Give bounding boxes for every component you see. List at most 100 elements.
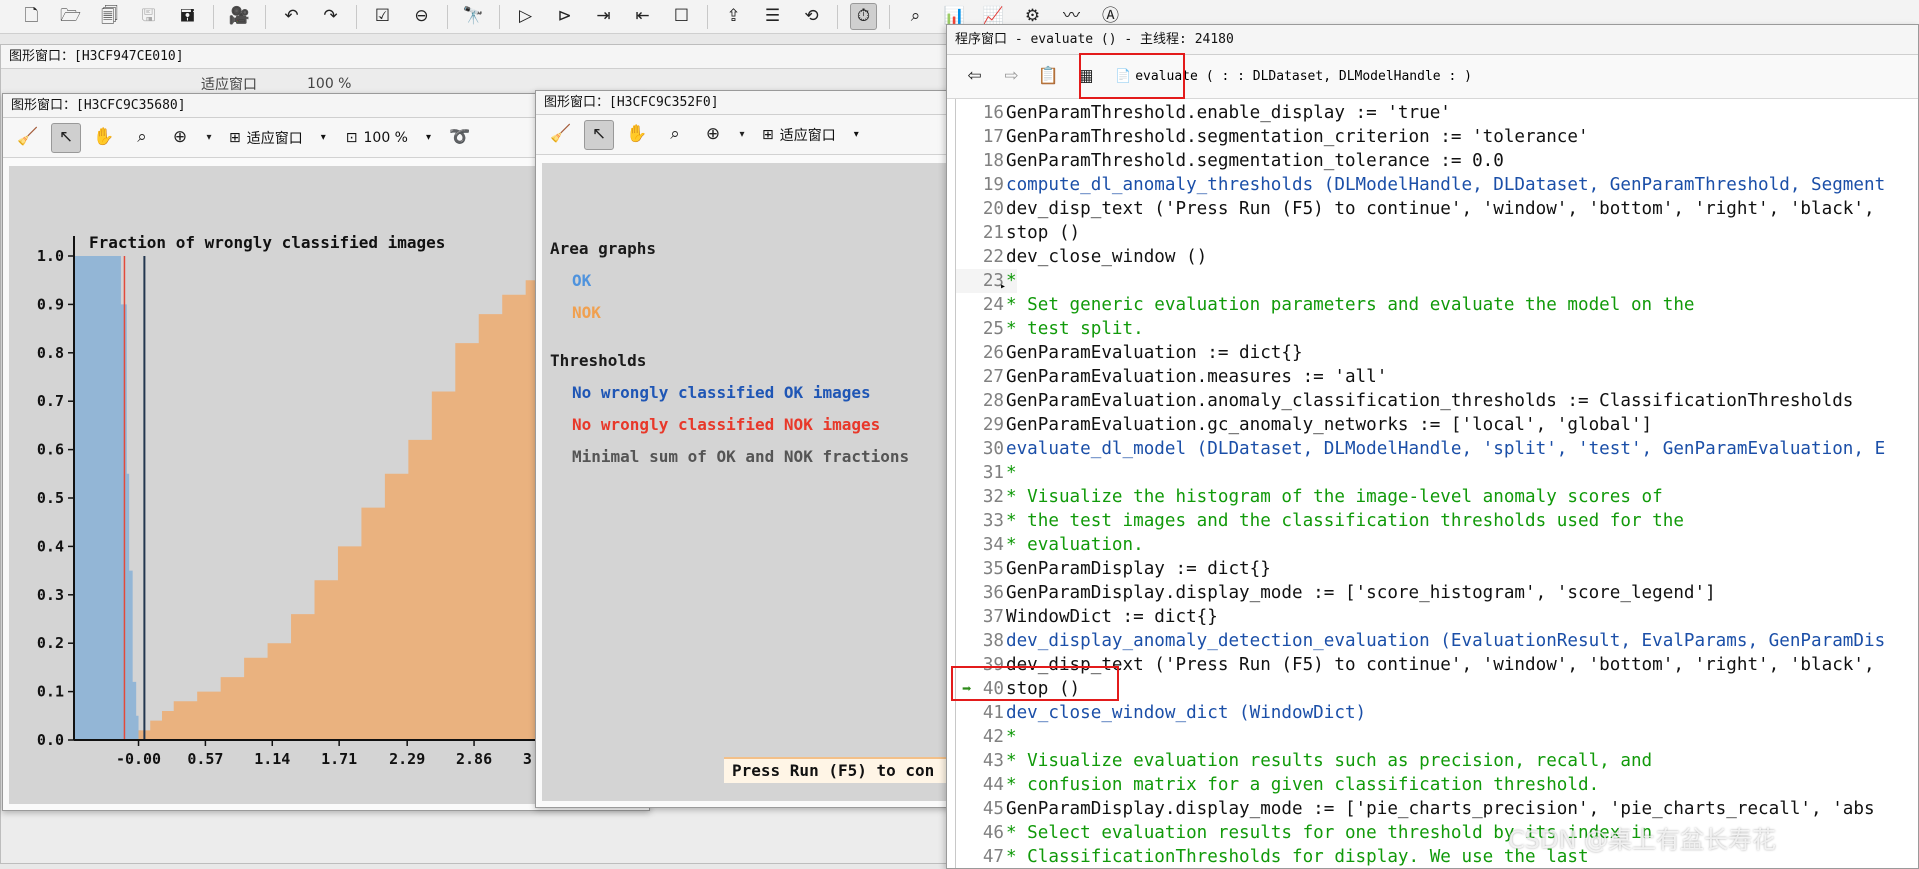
line-number[interactable]: 29 — [956, 413, 1006, 437]
export-icon[interactable]: ⇪ — [720, 3, 747, 30]
line-number[interactable]: 17 — [956, 125, 1006, 149]
line-number[interactable]: 22 — [956, 245, 1006, 269]
code-line[interactable]: 30 evaluate_dl_model (DLDataset, DLModelH… — [956, 437, 1885, 461]
run-icon[interactable]: ▷ — [512, 3, 539, 30]
code-line[interactable]: 38 dev_display_anomaly_detection_evaluati… — [956, 629, 1885, 653]
code-line[interactable]: 24 * Set generic evaluation parameters an… — [956, 293, 1695, 317]
line-number[interactable]: 38 — [956, 629, 1006, 653]
record-icon[interactable]: 🎥 — [226, 3, 253, 30]
code-line[interactable]: 45 GenParamDisplay.display_mode := ['pie_… — [956, 797, 1875, 821]
code-line[interactable]: 35 GenParamDisplay := dict{} — [956, 557, 1271, 581]
remove-icon[interactable]: ⊖ — [408, 3, 435, 30]
zoom-icon[interactable]: ⌕ — [660, 120, 690, 150]
code-line[interactable]: 44 * confusion matrix for a given classif… — [956, 773, 1599, 797]
new-file-icon[interactable]: 🗋 — [18, 3, 45, 30]
code-line[interactable]: 19 compute_dl_anomaly_thresholds (DLModel… — [956, 173, 1885, 197]
line-number[interactable]: 20 — [956, 197, 1006, 221]
zoom-icon[interactable]: ⌕ — [127, 123, 157, 153]
code-line[interactable]: 34 * evaluation. — [956, 533, 1144, 557]
save-disabled-icon[interactable]: 🖫 — [135, 3, 162, 30]
code-line[interactable]: 26 GenParamEvaluation := dict{} — [956, 341, 1303, 365]
line-number[interactable]: 41 — [956, 701, 1006, 725]
line-number[interactable]: 25 — [956, 317, 1006, 341]
forward-arrow-icon[interactable]: ⇨ — [998, 63, 1025, 90]
code-line[interactable]: 28 GenParamEvaluation.anomaly_classificat… — [956, 389, 1854, 413]
chevron-down-icon[interactable]: ▾ — [203, 123, 215, 153]
line-number[interactable]: 21 — [956, 221, 1006, 245]
binoculars-icon[interactable]: 🔭 — [460, 3, 487, 30]
profiler-icon[interactable]: ⏱ — [850, 3, 877, 30]
code-line[interactable]: 47 * ClassificationThresholds for display… — [956, 845, 1589, 868]
code-line[interactable]: 23 * ▸ — [956, 269, 1017, 293]
code-line[interactable]: 22 dev_close_window () — [956, 245, 1207, 269]
code-line[interactable]: 17 GenParamThreshold.segmentation_criteri… — [956, 125, 1589, 149]
line-number[interactable]: 18 — [956, 149, 1006, 173]
code-line[interactable]: 32 * Visualize the histogram of the image… — [956, 485, 1663, 509]
clear-icon[interactable]: 🧹 — [546, 120, 576, 150]
graphics-window-legend[interactable]: 图形窗口：[H3CFC9C352F0] 🧹 ↖ ✋ ⌕ ⊕ ▾ ⊞ 适应窗口 ▾ A… — [535, 90, 965, 808]
open-example-icon[interactable]: 🗐 — [96, 3, 123, 30]
redo-icon[interactable]: ↷ — [317, 3, 344, 30]
zoom-percent-combo[interactable]: ⊡ 100 % ▾ — [340, 124, 437, 152]
line-number[interactable]: 43 — [956, 749, 1006, 773]
line-number[interactable]: 47 — [956, 845, 1006, 868]
zoom-in-icon[interactable]: ⊕ — [165, 123, 195, 153]
code-line[interactable]: 25 * test split. — [956, 317, 1144, 341]
code-line[interactable]: 27 GenParamEvaluation.measures := 'all' — [956, 365, 1388, 389]
undo-icon[interactable]: ↶ — [278, 3, 305, 30]
back-zoom-combo[interactable]: 100 % — [307, 76, 351, 92]
code-line[interactable]: 41 dev_close_window_dict (WindowDict) — [956, 701, 1366, 725]
line-number[interactable]: 26 — [956, 341, 1006, 365]
reset-icon[interactable]: ⟲ — [798, 3, 825, 30]
zoom-in-icon[interactable]: ⊕ — [698, 120, 728, 150]
fit-window-combo[interactable]: ⊞ 适应窗口 ▾ — [756, 121, 865, 149]
code-line[interactable]: 42 * — [956, 725, 1017, 749]
line-number[interactable]: 45 — [956, 797, 1006, 821]
line-number[interactable]: 24 — [956, 293, 1006, 317]
clear-icon[interactable]: 🧹 — [13, 123, 43, 153]
pan-hand-icon[interactable]: ✋ — [89, 123, 119, 153]
back-arrow-icon[interactable]: ⇦ — [961, 63, 988, 90]
pan-hand-icon[interactable]: ✋ — [622, 120, 652, 150]
code-line[interactable]: 29 GenParamEvaluation.gc_anomaly_networks… — [956, 413, 1652, 437]
line-number[interactable]: 46 — [956, 821, 1006, 845]
line-number[interactable]: 30 — [956, 437, 1006, 461]
code-line[interactable]: 37 WindowDict := dict{} — [956, 605, 1218, 629]
save-icon[interactable]: 🖬 — [174, 3, 201, 30]
line-number[interactable]: 34 — [956, 533, 1006, 557]
code-line[interactable]: 18 GenParamThreshold.segmentation_toleran… — [956, 149, 1504, 173]
step-over-icon[interactable]: ⊳ — [551, 3, 578, 30]
line-number[interactable]: 16 — [956, 101, 1006, 125]
line-number[interactable]: 44 — [956, 773, 1006, 797]
line-number[interactable]: 19 — [956, 173, 1006, 197]
pointer-icon[interactable]: ↖ — [584, 119, 614, 150]
line-number[interactable]: 31 — [956, 461, 1006, 485]
fit-window-combo[interactable]: ⊞ 适应窗口 ▾ — [223, 124, 332, 152]
step-out-icon[interactable]: ⇤ — [629, 3, 656, 30]
zoom-icon[interactable]: ⌕ — [902, 3, 929, 30]
line-number[interactable]: 36 — [956, 581, 1006, 605]
clipboard-icon[interactable]: 📋 — [1035, 63, 1062, 90]
pointer-icon[interactable]: ↖ — [51, 122, 81, 153]
line-number[interactable]: 42 — [956, 725, 1006, 749]
line-number[interactable]: 33 — [956, 509, 1006, 533]
line-number[interactable]: 28 — [956, 389, 1006, 413]
line-number[interactable]: 35 — [956, 557, 1006, 581]
back-fit-combo[interactable]: 适应窗口 — [201, 74, 257, 94]
code-line[interactable]: 43 * Visualize evaluation results such as… — [956, 749, 1652, 773]
step-into-icon[interactable]: ⇥ — [590, 3, 617, 30]
code-line[interactable]: 16 GenParamThreshold.enable_display := 't… — [956, 101, 1451, 125]
open-file-icon[interactable]: 🗁 — [57, 3, 84, 30]
code-line[interactable]: 33 * the test images and the classificati… — [956, 509, 1684, 533]
program-window[interactable]: 程序窗口 - evaluate () - 主线程: 24180 ⇦ ⇨ 📋 ▦ … — [946, 24, 1919, 869]
list-icon[interactable]: ☰ — [759, 3, 786, 30]
code-line[interactable]: 31 * — [956, 461, 1017, 485]
code-line[interactable]: 20 dev_disp_text ('Press Run (F5) to cont… — [956, 197, 1875, 221]
stop-icon[interactable]: ☐ — [668, 3, 695, 30]
line-number[interactable]: 32 — [956, 485, 1006, 509]
code-editor[interactable]: 16 GenParamThreshold.enable_display := 't… — [955, 99, 1918, 868]
line-number[interactable]: 23 — [956, 269, 1006, 293]
check-icon[interactable]: ☑ — [369, 3, 396, 30]
line-number[interactable]: 27 — [956, 365, 1006, 389]
graphics-canvas[interactable]: Area graphs OK NOK Thresholds No wrongly… — [542, 163, 964, 801]
